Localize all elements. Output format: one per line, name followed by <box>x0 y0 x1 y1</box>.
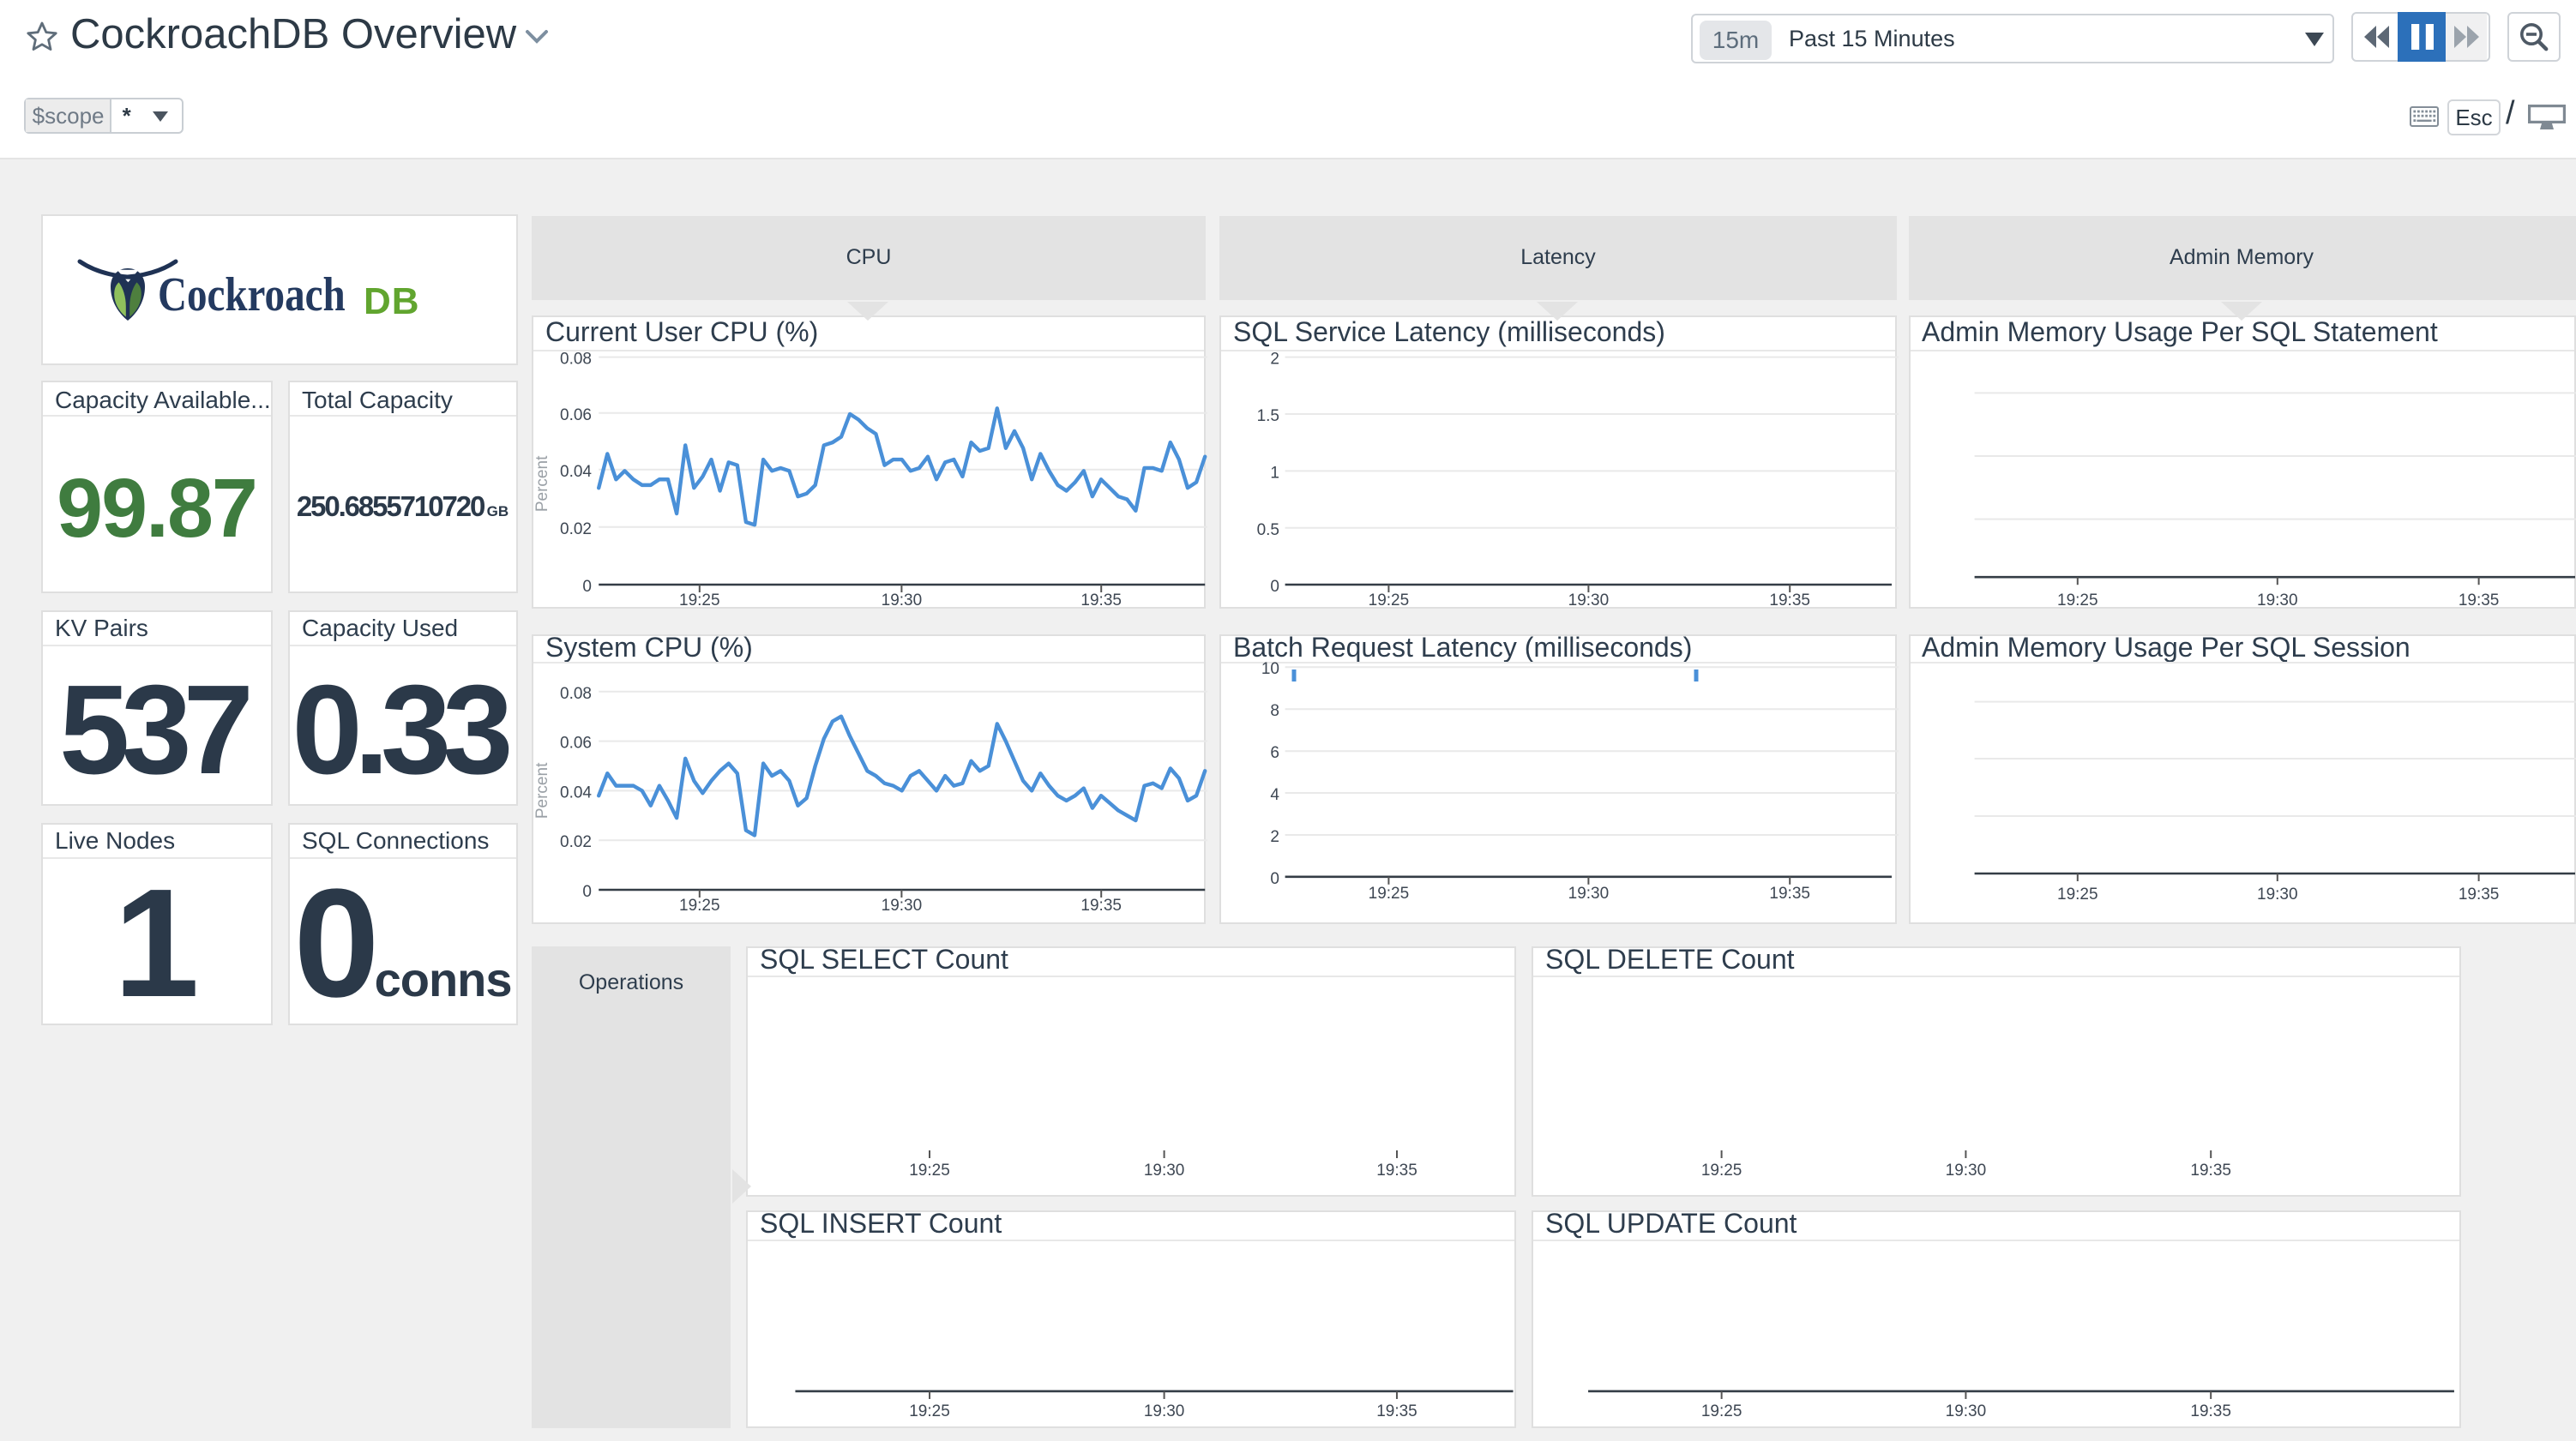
svg-text:19:25: 19:25 <box>1369 591 1410 609</box>
svg-text:19:35: 19:35 <box>1769 591 1810 609</box>
svg-text:19:30: 19:30 <box>2256 886 2297 904</box>
svg-text:19:35: 19:35 <box>1376 1161 1417 1179</box>
svg-text:0.04: 0.04 <box>560 784 592 802</box>
svg-text:19:25: 19:25 <box>1701 1402 1742 1420</box>
svg-text:0.02: 0.02 <box>560 833 592 851</box>
svg-text:19:30: 19:30 <box>882 897 923 915</box>
svg-text:19:30: 19:30 <box>1568 885 1610 903</box>
svg-text:19:25: 19:25 <box>679 591 720 609</box>
svg-text:2: 2 <box>1270 351 1279 369</box>
svg-text:19:25: 19:25 <box>679 897 720 915</box>
svg-text:19:35: 19:35 <box>1080 897 1122 915</box>
svg-text:19:30: 19:30 <box>1946 1402 1987 1420</box>
svg-text:Percent: Percent <box>533 762 551 819</box>
svg-text:0.06: 0.06 <box>560 406 592 424</box>
svg-text:19:25: 19:25 <box>2056 886 2098 904</box>
svg-text:0.08: 0.08 <box>560 685 592 703</box>
svg-text:19:25: 19:25 <box>909 1161 950 1179</box>
svg-text:0.5: 0.5 <box>1257 521 1279 539</box>
svg-text:0: 0 <box>1270 578 1279 596</box>
svg-text:19:30: 19:30 <box>882 591 923 609</box>
svg-text:19:30: 19:30 <box>1144 1161 1185 1179</box>
svg-text:19:25: 19:25 <box>2056 591 2098 609</box>
svg-text:19:35: 19:35 <box>2458 886 2499 904</box>
svg-text:19:35: 19:35 <box>2190 1402 2231 1420</box>
svg-text:19:35: 19:35 <box>1376 1402 1417 1420</box>
svg-text:19:25: 19:25 <box>1369 885 1410 903</box>
svg-text:19:25: 19:25 <box>909 1402 950 1420</box>
svg-text:19:35: 19:35 <box>2190 1161 2231 1179</box>
svg-text:0.08: 0.08 <box>560 351 592 369</box>
svg-text:0: 0 <box>1270 870 1279 888</box>
svg-text:19:30: 19:30 <box>1144 1402 1185 1420</box>
svg-text:0.04: 0.04 <box>560 463 592 481</box>
svg-text:2: 2 <box>1270 828 1279 846</box>
svg-text:1: 1 <box>1270 464 1279 482</box>
svg-text:0: 0 <box>582 883 592 901</box>
svg-text:19:35: 19:35 <box>2458 591 2499 609</box>
svg-text:Percent: Percent <box>533 455 551 512</box>
svg-text:4: 4 <box>1270 786 1279 804</box>
svg-text:1.5: 1.5 <box>1257 407 1279 425</box>
svg-text:8: 8 <box>1270 702 1279 720</box>
svg-text:6: 6 <box>1270 744 1279 762</box>
svg-text:10: 10 <box>1261 660 1279 678</box>
svg-text:19:30: 19:30 <box>1946 1161 1987 1179</box>
svg-text:0.06: 0.06 <box>560 735 592 753</box>
svg-text:19:30: 19:30 <box>1568 591 1610 609</box>
svg-text:19:25: 19:25 <box>1701 1161 1742 1179</box>
svg-text:0.02: 0.02 <box>560 520 592 538</box>
svg-text:19:35: 19:35 <box>1769 885 1810 903</box>
svg-text:0: 0 <box>582 578 592 596</box>
svg-text:19:30: 19:30 <box>2256 591 2297 609</box>
svg-text:19:35: 19:35 <box>1080 591 1122 609</box>
